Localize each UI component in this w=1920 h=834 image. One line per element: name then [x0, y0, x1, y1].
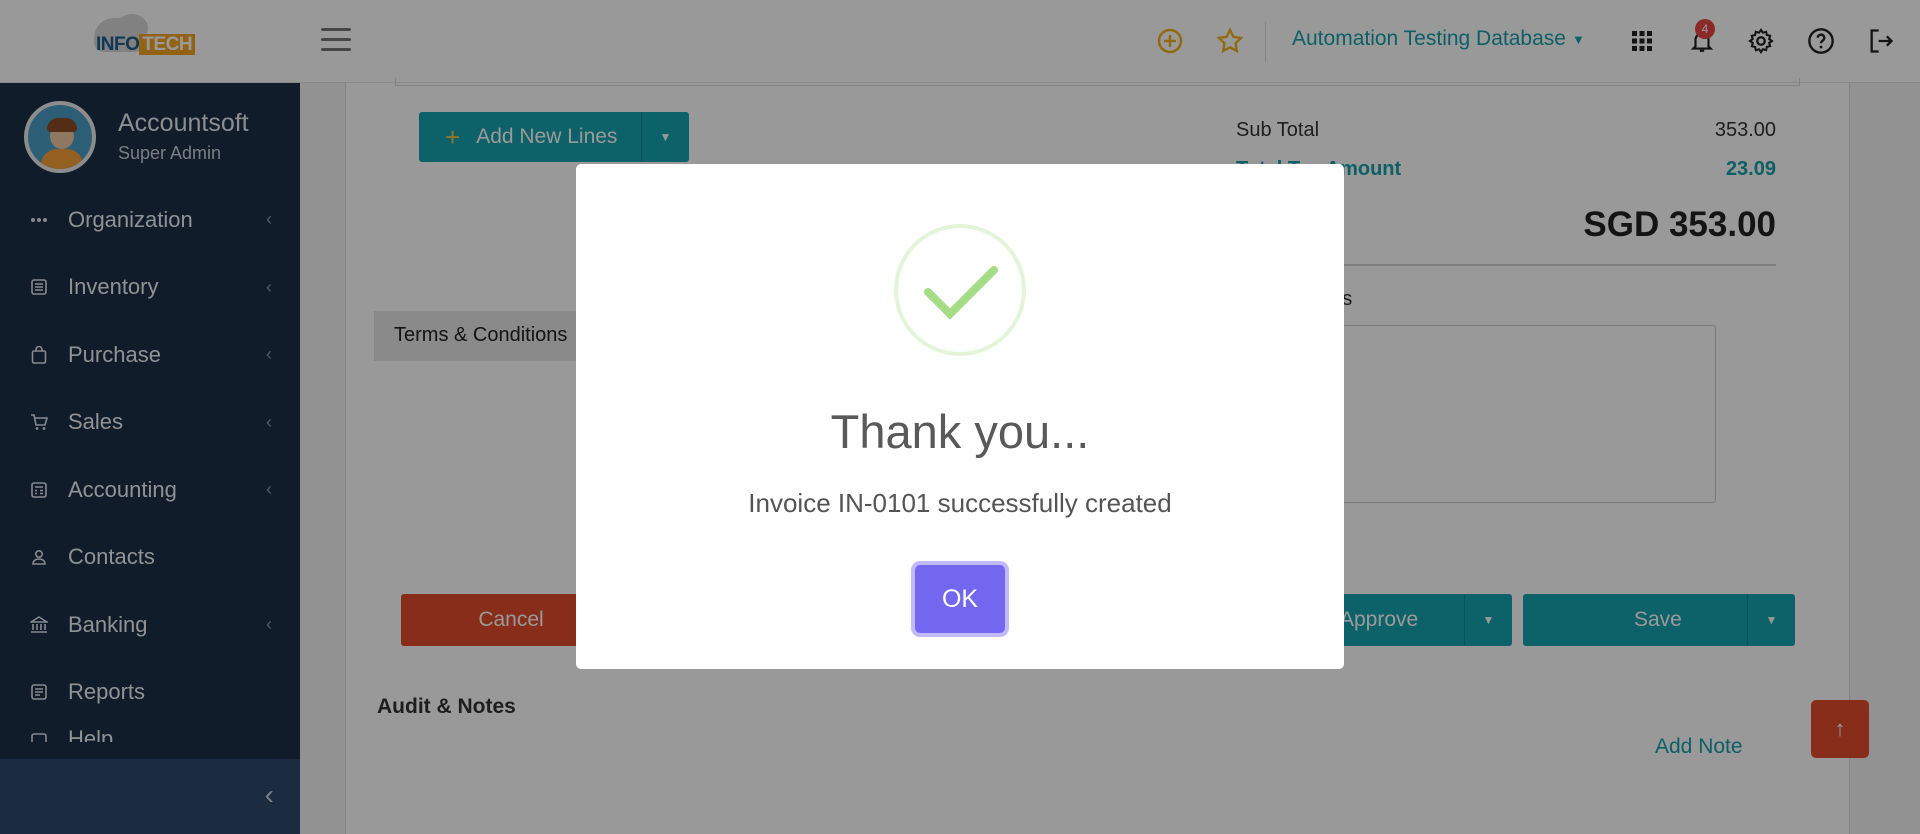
ok-button[interactable]: OK — [915, 565, 1005, 633]
dialog-message: Invoice IN-0101 successfully created — [748, 488, 1172, 518]
dialog-title: Thank you... — [830, 405, 1090, 458]
check-success-icon — [894, 224, 1026, 356]
success-dialog: Thank you... Invoice IN-0101 successfull… — [576, 164, 1344, 669]
